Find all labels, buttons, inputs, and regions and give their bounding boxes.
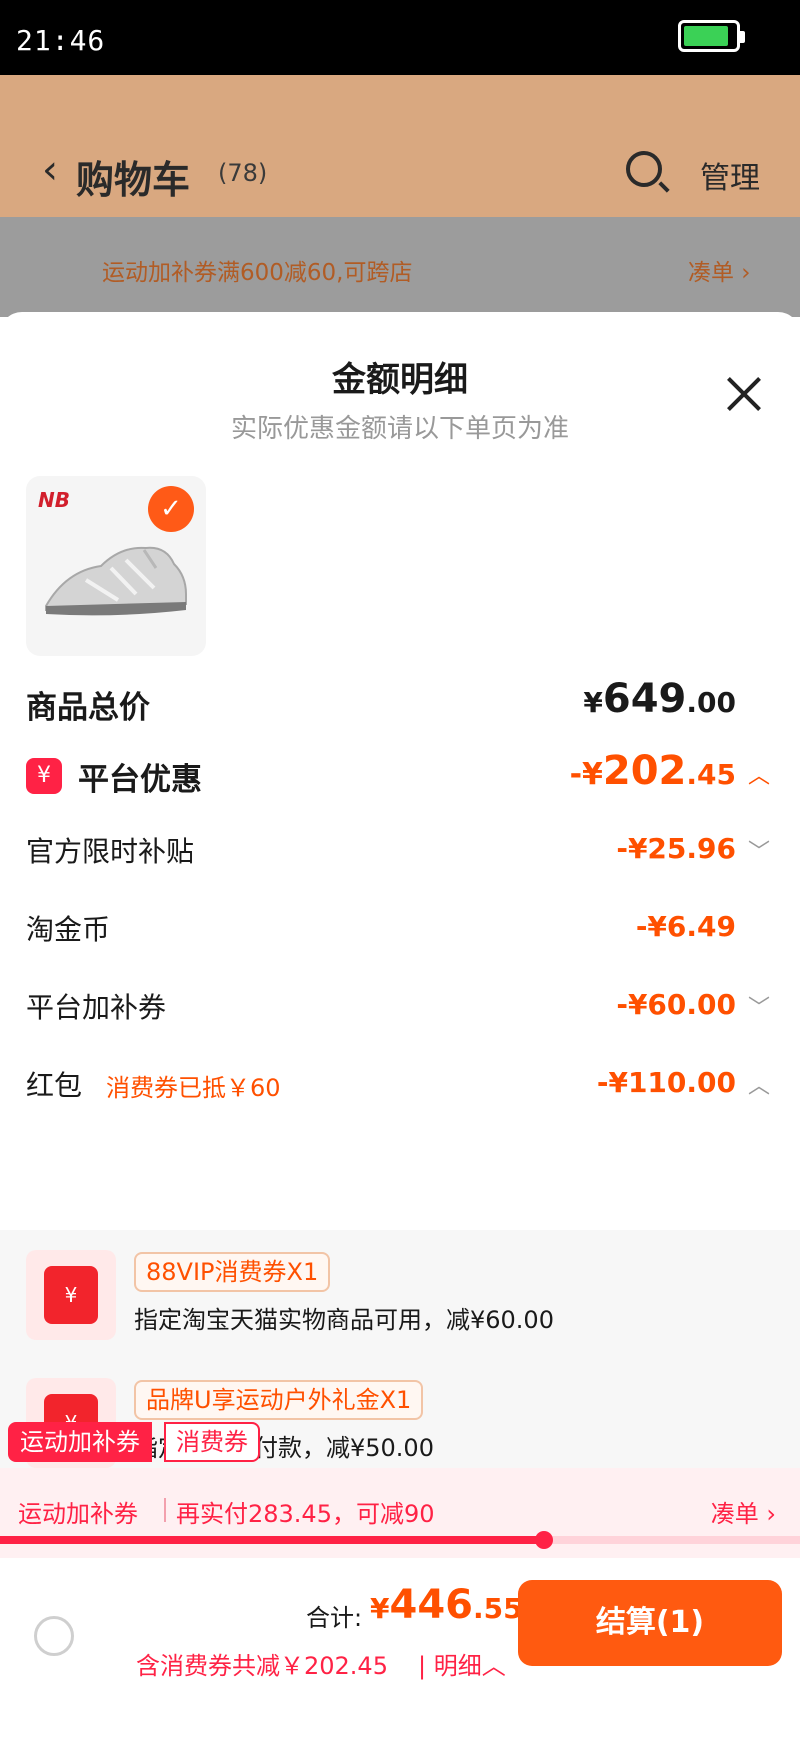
coupon-bar-text: 再实付283.45，可减90 xyxy=(176,1500,435,1528)
coupon-bar-divider xyxy=(164,1498,166,1522)
platform-discount-icon: ¥ xyxy=(26,758,62,794)
red-packet-note: 消费券已抵￥60 xyxy=(106,1074,281,1102)
red-packet-value: -¥110.00 xyxy=(596,1066,736,1099)
back-icon[interactable]: ‹ xyxy=(42,147,58,193)
status-bar: 21:46 xyxy=(0,0,800,75)
close-icon[interactable] xyxy=(722,372,766,416)
select-all-radio[interactable] xyxy=(34,1616,74,1656)
gold-coin-value: -¥6.49 xyxy=(635,910,736,943)
cart-count: (78) xyxy=(218,159,268,187)
platform-discount-row[interactable]: ¥ 平台优惠 -¥202.45 ︿ xyxy=(0,746,800,806)
platform-discount-label: 平台优惠 xyxy=(78,762,202,798)
coupon-progress-knob xyxy=(535,1531,553,1549)
shop-cou-link[interactable]: 凑单 › xyxy=(688,253,751,287)
platform-coupon-value: -¥60.00 xyxy=(616,988,736,1021)
cart-header: ‹ 购物车 (78) 管理 xyxy=(0,75,800,217)
red-envelope-icon: ¥ xyxy=(44,1266,98,1324)
status-time: 21:46 xyxy=(16,24,106,57)
detail-link[interactable]: | 明细︿ xyxy=(418,1646,506,1681)
chevron-down-icon[interactable]: ﹀ xyxy=(748,990,770,1022)
product-thumbnail[interactable]: NB ✓ xyxy=(26,476,206,656)
discount-note: 含消费券共减￥202.45 xyxy=(136,1652,388,1680)
platform-coupon-label: 平台加补券 xyxy=(26,991,167,1024)
battery-icon xyxy=(678,20,745,52)
product-selected-check-icon[interactable]: ✓ xyxy=(148,486,194,532)
official-subsidy-row[interactable]: 官方限时补贴 -¥25.96 ﹀ xyxy=(0,818,800,878)
official-subsidy-value: -¥25.96 xyxy=(616,832,736,865)
chevron-down-icon[interactable]: ﹀ xyxy=(748,834,770,866)
sheet-title: 金额明细 xyxy=(332,360,468,400)
chevron-up-icon[interactable]: ︿ xyxy=(748,758,770,790)
cart-title: 购物车 xyxy=(76,158,191,202)
coupon-progress-fill xyxy=(0,1536,544,1544)
total-amount: ¥446.55 xyxy=(370,1582,523,1628)
platform-discount-value: -¥202.45 xyxy=(569,748,736,794)
search-icon[interactable] xyxy=(626,151,662,187)
chevron-up-icon[interactable]: ︿ xyxy=(748,1068,770,1100)
total-price-value: ¥649.00 xyxy=(583,676,736,722)
checkout-footer: 合计: ¥446.55 含消费券共减￥202.45 | 明细︿ 结算(1) xyxy=(0,1558,800,1739)
red-packet-tag: 88VIP消费券X1 xyxy=(134,1252,331,1292)
official-subsidy-label: 官方限时补贴 xyxy=(26,835,195,868)
red-packet-desc: 指定淘宝天猫实物商品可用，减¥60.00 xyxy=(134,1306,554,1334)
coupon-progress-bar[interactable]: 运动加补券 再实付283.45，可减90 凑单 › xyxy=(0,1468,800,1558)
shop-promo-text: 运动加补券满600减60,可跨店 xyxy=(102,260,413,286)
red-packet-card: ¥ xyxy=(26,1250,116,1340)
sheet-subtitle: 实际优惠金额请以下单页为准 xyxy=(230,414,569,444)
red-packet-label: 红包 xyxy=(26,1069,83,1102)
consumption-coupon-badge: 消费券 xyxy=(164,1422,260,1462)
gold-coin-label: 淘金币 xyxy=(26,913,111,946)
red-packet-row[interactable]: 红包 消费券已抵￥60 -¥110.00 ︿ xyxy=(0,1052,800,1112)
coupon-bar-cou-link[interactable]: 凑单 › xyxy=(711,1494,776,1529)
sport-coupon-badge: 运动加补券 xyxy=(8,1422,152,1462)
platform-coupon-row[interactable]: 平台加补券 -¥60.00 ﹀ xyxy=(0,974,800,1034)
amount-detail-sheet: 金额明细 实际优惠金额请以下单页为准 NB ✓ 商品总价 ¥649.00 ¥ 平… xyxy=(0,312,800,1739)
total-price-row: 商品总价 ¥649.00 xyxy=(0,674,800,734)
coupon-bar-label: 运动加补券 xyxy=(18,1500,138,1528)
total-price-label: 商品总价 xyxy=(26,690,150,726)
manage-button[interactable]: 管理 xyxy=(700,153,760,197)
coupon-progress-track xyxy=(0,1531,800,1549)
shop-promo-strip: 运动加补券满600减60,可跨店 凑单 › xyxy=(0,217,800,317)
gold-coin-row: 淘金币 -¥6.49 xyxy=(0,896,800,956)
total-label: 合计: xyxy=(306,1604,363,1632)
red-packet-tag: 品牌U享运动户外礼金X1 xyxy=(134,1380,424,1420)
checkout-button[interactable]: 结算(1) xyxy=(518,1580,782,1666)
